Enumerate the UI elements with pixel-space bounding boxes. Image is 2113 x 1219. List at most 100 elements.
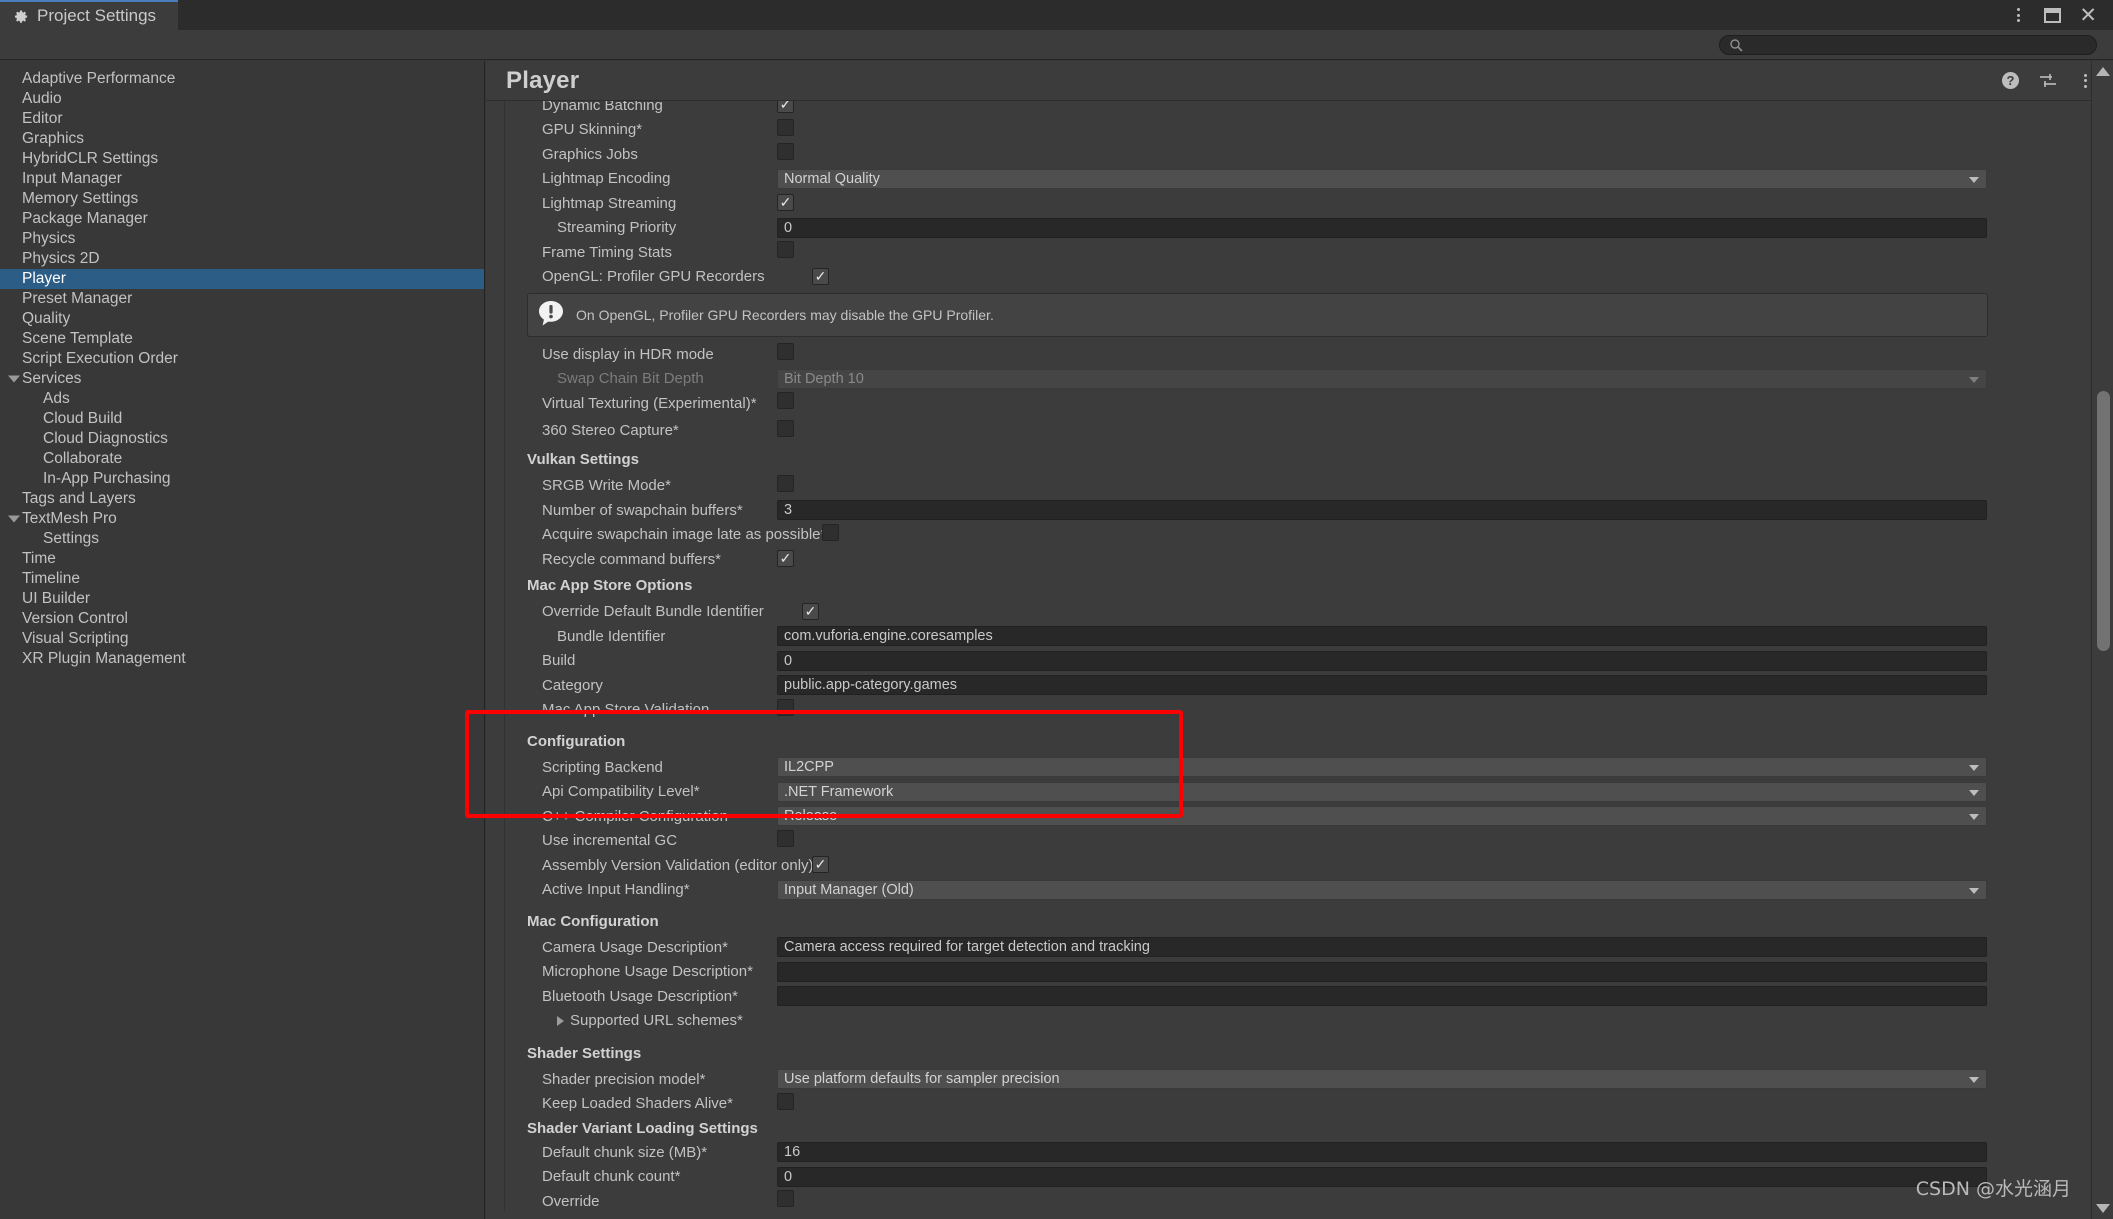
- row-stereo-capture[interactable]: 360 Stereo Capture*: [512, 416, 2113, 446]
- default-chunk-count-input[interactable]: 0: [777, 1167, 1987, 1187]
- bluetooth-usage-description-input[interactable]: [777, 986, 1987, 1006]
- row-microphone-usage[interactable]: Microphone Usage Description*: [512, 960, 2113, 985]
- sidebar-item-cloud-diagnostics[interactable]: Cloud Diagnostics: [0, 429, 484, 449]
- build-input[interactable]: 0: [777, 651, 1987, 671]
- sidebar-item-xr-plugin-management[interactable]: XR Plugin Management: [0, 649, 484, 669]
- sidebar-item-quality[interactable]: Quality: [0, 309, 484, 329]
- help-icon[interactable]: ?: [2002, 72, 2019, 89]
- sidebar-item-script-execution-order[interactable]: Script Execution Order: [0, 349, 484, 369]
- row-incremental-gc[interactable]: Use incremental GC: [512, 829, 2113, 854]
- stereo-capture-checkbox[interactable]: [777, 420, 794, 437]
- row-bundle-identifier[interactable]: Bundle Identifier com.vuforia.engine.cor…: [512, 624, 2113, 649]
- row-default-chunk-count[interactable]: Default chunk count* 0: [512, 1165, 2113, 1190]
- chevron-down-icon[interactable]: [8, 376, 20, 383]
- window-menu-icon[interactable]: [2010, 8, 2026, 22]
- recycle-command-buffers-checkbox[interactable]: [777, 550, 794, 567]
- row-supported-url-schemes[interactable]: Supported URL schemes*: [512, 1009, 2113, 1034]
- sidebar-item-ui-builder[interactable]: UI Builder: [0, 589, 484, 609]
- gpu-skinning-checkbox[interactable]: [777, 119, 794, 136]
- swapchain-buffers-input[interactable]: 3: [777, 500, 1987, 520]
- override-checkbox[interactable]: [777, 1190, 794, 1207]
- row-srgb-write-mode[interactable]: SRGB Write Mode*: [512, 474, 2113, 499]
- sidebar-item-physics[interactable]: Physics: [0, 229, 484, 249]
- sidebar-item-adaptive-performance[interactable]: Adaptive Performance: [0, 69, 484, 89]
- assembly-version-validation-checkbox[interactable]: [812, 856, 829, 873]
- graphics-jobs-checkbox[interactable]: [777, 143, 794, 160]
- row-graphics-jobs[interactable]: Graphics Jobs: [512, 142, 2113, 167]
- row-lightmap-encoding[interactable]: Lightmap Encoding Normal Quality: [512, 167, 2113, 192]
- row-hdr-mode[interactable]: Use display in HDR mode: [512, 342, 2113, 367]
- row-shader-precision-model[interactable]: Shader precision model* Use platform def…: [512, 1067, 2113, 1092]
- sidebar-item-tags-and-layers[interactable]: Tags and Layers: [0, 489, 484, 509]
- search-input[interactable]: [1719, 35, 2097, 55]
- row-scripting-backend[interactable]: Scripting Backend IL2CPP: [512, 755, 2113, 780]
- sidebar-item-in-app-purchasing[interactable]: In-App Purchasing: [0, 469, 484, 489]
- row-keep-shaders-alive[interactable]: Keep Loaded Shaders Alive*: [512, 1092, 2113, 1117]
- lightmap-streaming-checkbox[interactable]: [777, 194, 794, 211]
- row-gpu-skinning[interactable]: GPU Skinning*: [512, 118, 2113, 143]
- row-streaming-priority[interactable]: Streaming Priority 0: [512, 216, 2113, 241]
- sidebar-item-hybridclr-settings[interactable]: HybridCLR Settings: [0, 149, 484, 169]
- bundle-identifier-input[interactable]: com.vuforia.engine.coresamples: [777, 626, 1987, 646]
- close-icon[interactable]: ✕: [2079, 5, 2097, 26]
- row-cpp-compiler-config[interactable]: C++ Compiler Configuration Release: [512, 804, 2113, 829]
- row-assembly-version-validation[interactable]: Assembly Version Validation (editor only…: [512, 853, 2113, 878]
- row-override[interactable]: Override: [512, 1189, 2113, 1214]
- api-compatibility-level-dropdown[interactable]: .NET Framework: [777, 782, 1987, 802]
- sidebar-item-time[interactable]: Time: [0, 549, 484, 569]
- sidebar-item-preset-manager[interactable]: Preset Manager: [0, 289, 484, 309]
- scroll-up-arrow-icon[interactable]: [2096, 67, 2110, 76]
- sidebar-item-physics-2d[interactable]: Physics 2D: [0, 249, 484, 269]
- sidebar-item-visual-scripting[interactable]: Visual Scripting: [0, 629, 484, 649]
- streaming-priority-input[interactable]: 0: [777, 218, 1987, 238]
- override-bundle-id-checkbox[interactable]: [802, 603, 819, 620]
- row-api-compat-level[interactable]: Api Compatibility Level* .NET Framework: [512, 780, 2113, 805]
- maximize-icon[interactable]: [2044, 8, 2061, 23]
- sidebar-item-version-control[interactable]: Version Control: [0, 609, 484, 629]
- row-build[interactable]: Build 0: [512, 649, 2113, 674]
- camera-usage-description-input[interactable]: Camera access required for target detect…: [777, 937, 1987, 957]
- sidebar-item-cloud-build[interactable]: Cloud Build: [0, 409, 484, 429]
- incremental-gc-checkbox[interactable]: [777, 830, 794, 847]
- chevron-down-icon[interactable]: [8, 516, 20, 523]
- row-acquire-swapchain[interactable]: Acquire swapchain image late as possible…: [512, 523, 2113, 548]
- row-lightmap-streaming[interactable]: Lightmap Streaming: [512, 191, 2113, 216]
- row-frame-timing-stats[interactable]: Frame Timing Stats: [512, 240, 2113, 265]
- sidebar-item-player[interactable]: Player: [0, 269, 484, 289]
- acquire-swapchain-checkbox[interactable]: [822, 524, 839, 541]
- row-virtual-texturing[interactable]: Virtual Texturing (Experimental)*: [512, 391, 2113, 416]
- chevron-right-icon[interactable]: [557, 1016, 564, 1026]
- sidebar-item-ads[interactable]: Ads: [0, 389, 484, 409]
- preset-icon[interactable]: [2039, 73, 2057, 89]
- sidebar-item-textmesh-pro[interactable]: TextMesh Pro: [0, 509, 484, 529]
- srgb-write-mode-checkbox[interactable]: [777, 475, 794, 492]
- row-category[interactable]: Category public.app-category.games: [512, 673, 2113, 698]
- sidebar-item-memory-settings[interactable]: Memory Settings: [0, 189, 484, 209]
- dynamic-batching-checkbox[interactable]: [777, 101, 794, 113]
- sidebar-item-input-manager[interactable]: Input Manager: [0, 169, 484, 189]
- microphone-usage-description-input[interactable]: [777, 962, 1987, 982]
- row-override-bundle-id[interactable]: Override Default Bundle Identifier: [512, 600, 2113, 625]
- vertical-scrollbar[interactable]: [2091, 61, 2113, 1219]
- virtual-texturing-checkbox[interactable]: [777, 392, 794, 409]
- hdr-mode-checkbox[interactable]: [777, 343, 794, 360]
- row-active-input-handling[interactable]: Active Input Handling* Input Manager (Ol…: [512, 878, 2113, 903]
- active-input-handling-dropdown[interactable]: Input Manager (Old): [777, 880, 1987, 900]
- sidebar-item-package-manager[interactable]: Package Manager: [0, 209, 484, 229]
- row-camera-usage[interactable]: Camera Usage Description* Camera access …: [512, 935, 2113, 960]
- sidebar-item-graphics[interactable]: Graphics: [0, 129, 484, 149]
- scroll-down-arrow-icon[interactable]: [2096, 1204, 2110, 1213]
- sidebar-item-timeline[interactable]: Timeline: [0, 569, 484, 589]
- sidebar-item-scene-template[interactable]: Scene Template: [0, 329, 484, 349]
- sidebar-item-audio[interactable]: Audio: [0, 89, 484, 109]
- sidebar-item-settings[interactable]: Settings: [0, 529, 484, 549]
- row-dynamic-batching[interactable]: Dynamic Batching: [512, 101, 2113, 118]
- mac-store-validation-checkbox[interactable]: [777, 699, 794, 716]
- category-input[interactable]: public.app-category.games: [777, 675, 1987, 695]
- row-opengl-profiler[interactable]: OpenGL: Profiler GPU Recorders: [512, 265, 2113, 290]
- sidebar-item-services[interactable]: Services: [0, 369, 484, 389]
- sidebar-item-editor[interactable]: Editor: [0, 109, 484, 129]
- default-chunk-size-input[interactable]: 16: [777, 1142, 1987, 1162]
- settings-sidebar[interactable]: Adaptive PerformanceAudioEditorGraphicsH…: [0, 61, 485, 1219]
- row-bluetooth-usage[interactable]: Bluetooth Usage Description*: [512, 984, 2113, 1009]
